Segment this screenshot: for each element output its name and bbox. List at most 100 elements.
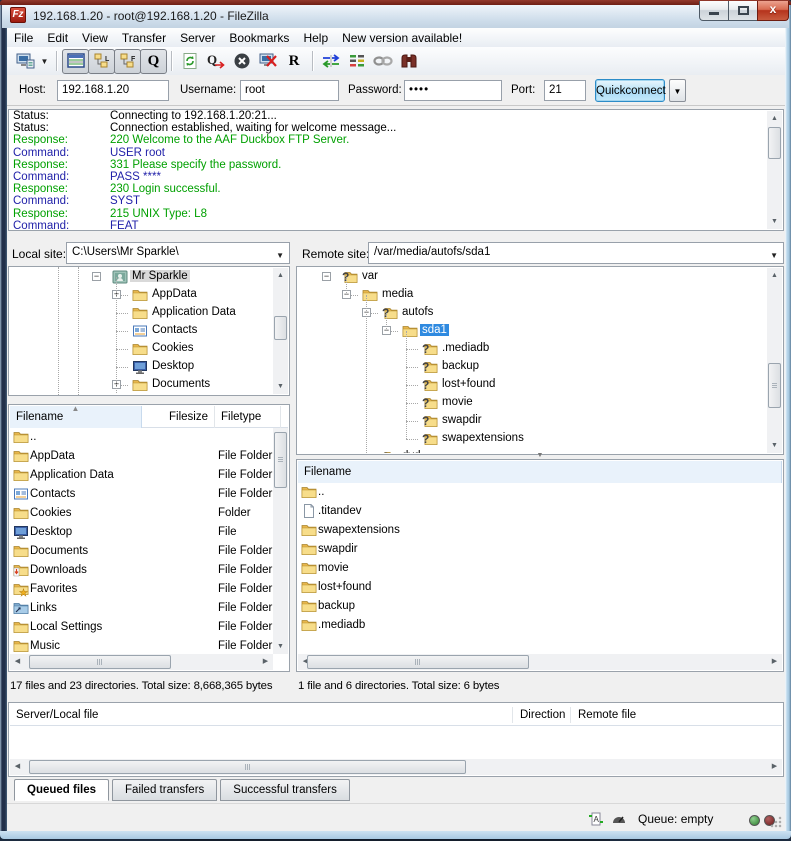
tab-successful-transfers[interactable]: Successful transfers	[220, 779, 350, 801]
remote-list-hscrollbar[interactable]: ◀ ▶	[298, 654, 782, 670]
tree-item-autofs[interactable]: −autofs	[297, 304, 767, 322]
message-log-toggle-icon[interactable]	[62, 49, 89, 74]
tab-queued-files[interactable]: Queued files	[14, 779, 109, 801]
file-row-application-data[interactable]: Application DataFile Folder	[10, 466, 273, 485]
tree-item-contacts[interactable]: Contacts	[9, 322, 273, 340]
remote-tree-toggle-icon[interactable]: F	[114, 49, 141, 74]
remote-tree-scrollbar[interactable]: ▲ ▼	[767, 268, 782, 453]
refresh-icon[interactable]	[177, 49, 203, 73]
resize-grip[interactable]	[770, 816, 782, 828]
tree-item-swapdir[interactable]: swapdir	[297, 412, 767, 430]
quickconnect-button[interactable]: Quickconnect	[595, 79, 665, 102]
remote-site-combo[interactable]: /var/media/autofs/sda1▼	[368, 242, 784, 264]
quickconnect-dropdown-button[interactable]: ▼	[669, 79, 686, 102]
title-bar[interactable]: Fz 192.168.1.20 - root@192.168.1.20 - Fi…	[2, 5, 789, 28]
host-label: Host:	[19, 84, 46, 96]
column-header-remote-file[interactable]: Remote file	[578, 709, 636, 721]
directory-comparison-icon[interactable]	[344, 49, 370, 73]
user-folder-icon	[112, 269, 128, 285]
menu-item-view[interactable]: View	[75, 29, 115, 47]
queue-hscrollbar[interactable]: ◀ ▶	[10, 759, 782, 775]
menu-item-transfer[interactable]: Transfer	[115, 29, 173, 47]
local-site-combo[interactable]: C:\Users\Mr Sparkle\▼	[66, 242, 290, 264]
file-row-movie[interactable]: movie	[298, 559, 782, 578]
maximize-button[interactable]	[728, 1, 758, 21]
menu-item-help[interactable]: Help	[296, 29, 335, 47]
host-input[interactable]: 192.168.1.20	[57, 80, 169, 101]
tree-item-application-data[interactable]: Application Data	[9, 304, 273, 322]
file-row-desktop[interactable]: DesktopFile	[10, 523, 273, 542]
column-header-filename[interactable]: ▲Filename	[10, 406, 142, 428]
file-search-icon[interactable]	[396, 49, 422, 73]
column-header-direction[interactable]: Direction	[520, 709, 565, 721]
queue-toggle-icon[interactable]: Q	[140, 49, 167, 74]
site-manager-icon[interactable]	[12, 49, 38, 73]
file-row-contacts[interactable]: ContactsFile Folder	[10, 485, 273, 504]
menu-item-server[interactable]: Server	[173, 29, 222, 47]
menu-item-new-version-available-[interactable]: New version available!	[335, 29, 469, 47]
tree-expander-minus[interactable]: −	[92, 272, 101, 281]
tree-item-var[interactable]: −var	[297, 268, 767, 286]
tree-item-media[interactable]: −media	[297, 286, 767, 304]
tree-item-cookies[interactable]: Cookies	[9, 340, 273, 358]
file-row--[interactable]: ..	[298, 483, 782, 502]
local-list-vscrollbar[interactable]: ▼	[273, 428, 288, 654]
scroll-up-icon[interactable]: ▲	[767, 111, 782, 126]
file-row--mediadb[interactable]: .mediadb	[298, 616, 782, 635]
desktop-icon	[13, 524, 29, 540]
tree-expander-minus[interactable]: −	[322, 272, 331, 281]
file-row-local-settings[interactable]: Local SettingsFile Folder	[10, 618, 273, 637]
column-header-filetype[interactable]: Filetype	[215, 406, 281, 428]
file-row-cookies[interactable]: CookiesFolder	[10, 504, 273, 523]
file-row--titandev[interactable]: .titandev	[298, 502, 782, 521]
column-header-server-local-file[interactable]: Server/Local file	[16, 709, 98, 721]
minimize-button[interactable]	[699, 1, 729, 21]
close-button[interactable]: x	[757, 1, 789, 21]
username-input[interactable]: root	[240, 80, 339, 101]
menu-item-edit[interactable]: Edit	[40, 29, 75, 47]
menu-item-file[interactable]: File	[7, 29, 40, 47]
local-site-label: Local site:	[12, 247, 66, 261]
file-row-links[interactable]: LinksFile Folder	[10, 599, 273, 618]
disconnect-icon[interactable]	[255, 49, 281, 73]
tree-item-appdata[interactable]: +AppData	[9, 286, 273, 304]
tree-item-backup[interactable]: backup	[297, 358, 767, 376]
find-files-icon[interactable]	[370, 49, 396, 73]
tree-item-mr-sparkle[interactable]: −Mr Sparkle	[9, 268, 273, 286]
tree-item-desktop[interactable]: Desktop	[9, 358, 273, 376]
password-input[interactable]: ••••	[404, 80, 502, 101]
scroll-down-icon[interactable]: ▼	[767, 214, 782, 229]
file-row-backup[interactable]: backup	[298, 597, 782, 616]
tree-item-documents[interactable]: +Documents	[9, 376, 273, 394]
reconnect-icon[interactable]: R	[281, 49, 307, 73]
local-list-hscrollbar[interactable]: ◀ ▶	[10, 654, 273, 670]
folder-icon	[13, 619, 29, 635]
cancel-icon[interactable]	[229, 49, 255, 73]
column-header-filesize[interactable]: Filesize	[142, 406, 215, 428]
transfer-type-icon: A	[588, 811, 604, 830]
tree-item-movie[interactable]: movie	[297, 394, 767, 412]
file-row-appdata[interactable]: AppDataFile Folder	[10, 447, 273, 466]
log-scrollbar[interactable]: ▲ ▼	[767, 111, 782, 229]
tree-item-swapextensions[interactable]: swapextensions	[297, 430, 767, 448]
file-row--[interactable]: ..	[10, 428, 273, 447]
menu-item-bookmarks[interactable]: Bookmarks	[222, 29, 296, 47]
file-row-downloads[interactable]: DownloadsFile Folder	[10, 561, 273, 580]
file-row-favorites[interactable]: FavoritesFile Folder	[10, 580, 273, 599]
chevron-down-icon[interactable]: ▼	[38, 49, 51, 73]
port-input[interactable]: 21	[544, 80, 586, 101]
synchronized-browsing-icon[interactable]	[318, 49, 344, 73]
file-row-documents[interactable]: DocumentsFile Folder	[10, 542, 273, 561]
tree-item-lost-found[interactable]: lost+found	[297, 376, 767, 394]
tree-item--mediadb[interactable]: .mediadb	[297, 340, 767, 358]
file-row-swapextensions[interactable]: swapextensions	[298, 521, 782, 540]
file-row-music[interactable]: MusicFile Folder	[10, 637, 273, 654]
file-row-lost-found[interactable]: lost+found	[298, 578, 782, 597]
tab-failed-transfers[interactable]: Failed transfers	[112, 779, 217, 801]
process-queue-icon[interactable]: Q	[203, 49, 229, 73]
local-tree-toggle-icon[interactable]: L	[88, 49, 115, 74]
local-tree-scrollbar[interactable]: ▲ ▼	[273, 268, 288, 394]
file-row-swapdir[interactable]: swapdir	[298, 540, 782, 559]
tree-item-sda1[interactable]: −sda1	[297, 322, 767, 340]
column-header-filename[interactable]: Filename	[298, 461, 782, 483]
